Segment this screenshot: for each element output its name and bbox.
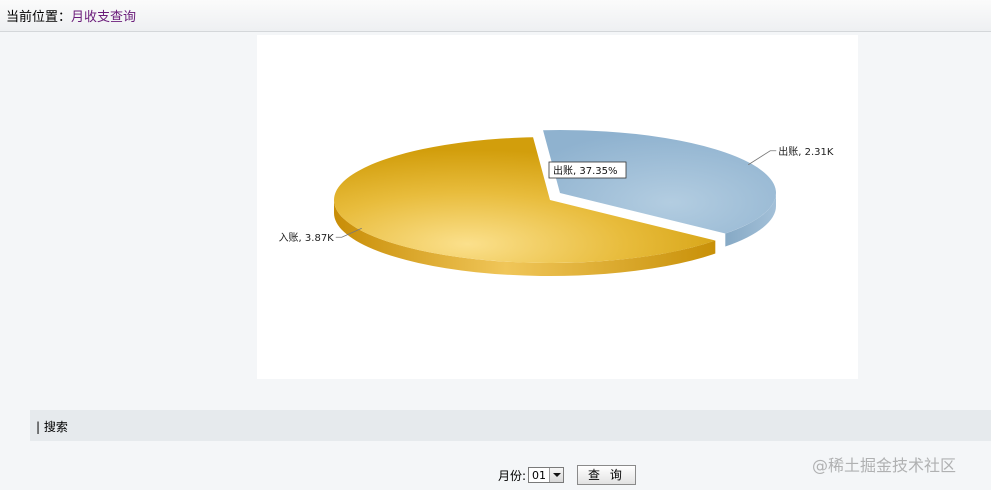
breadcrumb: 当前位置：月收支查询	[6, 6, 136, 25]
search-bar: | 搜索	[30, 410, 991, 441]
top-bar: 当前位置：月收支查询	[0, 0, 991, 32]
value-label-out: 出账, 2.31K	[778, 145, 834, 158]
search-form: 月份: 01 查 询	[498, 465, 636, 485]
chevron-down-icon[interactable]	[549, 468, 564, 482]
month-select-value: 01	[532, 468, 547, 482]
month-label: 月份:	[498, 468, 527, 483]
watermark: @稀土掘金技术社区	[812, 456, 957, 475]
pie-chart: 出账, 2.31K 入账, 3.87K 出账, 37.35%	[279, 130, 834, 276]
chart-panel: 出账, 2.31K 入账, 3.87K 出账, 37.35%	[257, 35, 858, 379]
search-title: | 搜索	[36, 420, 68, 434]
query-button[interactable]: 查 询	[577, 465, 636, 485]
leader-line-out	[748, 150, 777, 166]
month-select[interactable]: 01	[528, 467, 565, 483]
tooltip-text: 出账, 37.35%	[553, 164, 618, 177]
breadcrumb-current[interactable]: 月收支查询	[71, 10, 136, 25]
breadcrumb-label: 当前位置：	[6, 10, 72, 25]
value-label-in: 入账, 3.87K	[279, 232, 335, 244]
